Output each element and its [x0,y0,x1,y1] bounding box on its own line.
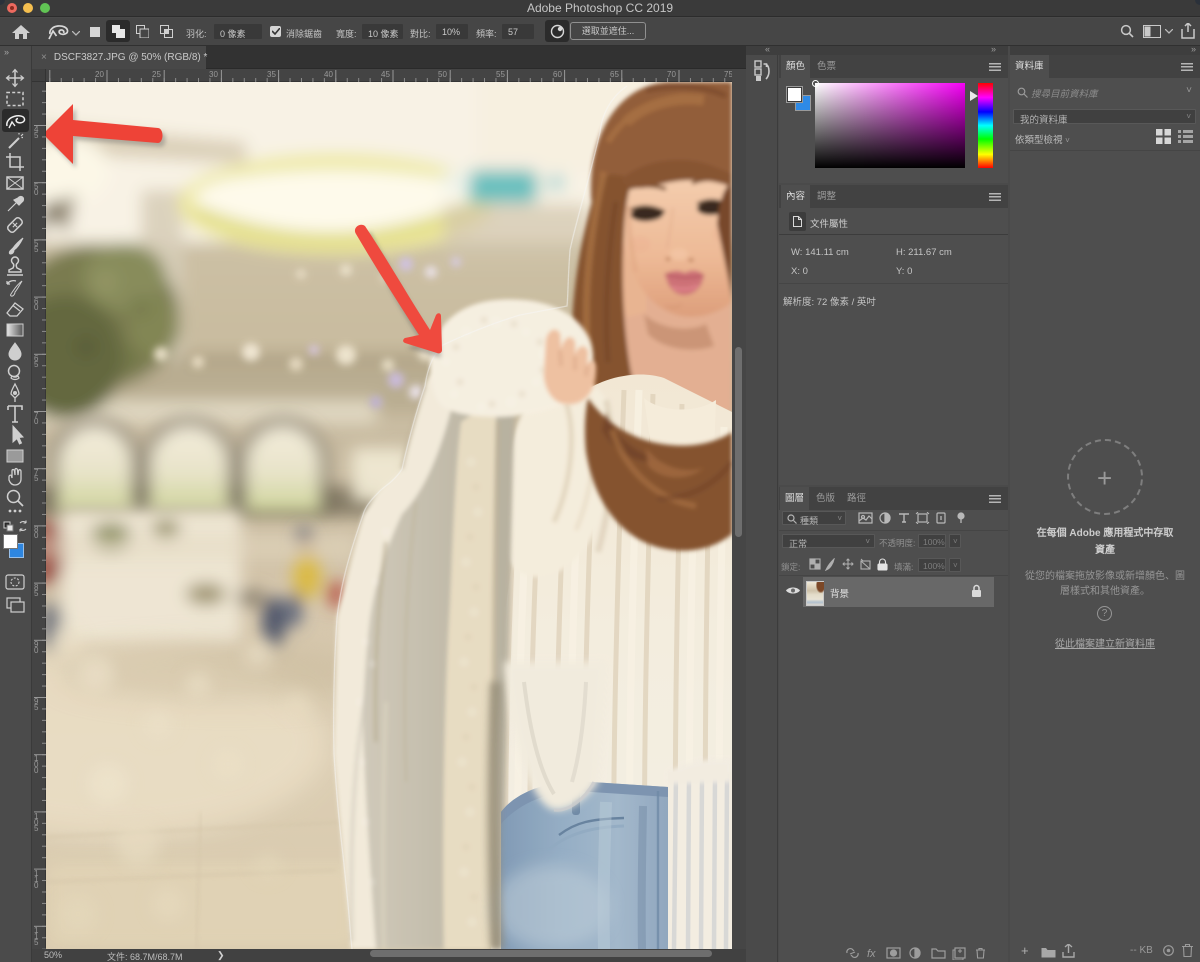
svg-text:fx: fx [867,948,876,960]
